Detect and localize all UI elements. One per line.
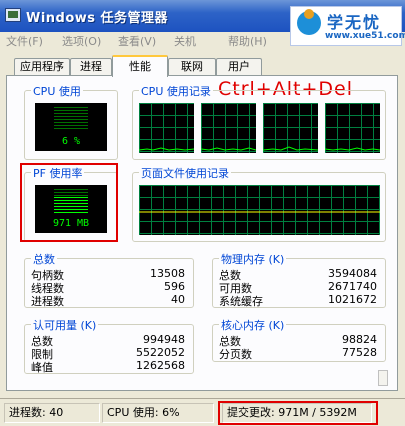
- tab-networking[interactable]: 联网: [168, 58, 216, 76]
- tab-performance[interactable]: 性能: [112, 55, 168, 77]
- cpu-history-line-1: [139, 147, 194, 151]
- menu-shutdown[interactable]: 关机: [174, 33, 196, 49]
- tab-applications[interactable]: 应用程序: [14, 58, 70, 76]
- cpu-usage-value: 6 %: [61, 136, 81, 147]
- commit-charge-group: 认可用量 (K) 总数 994948 限制 5522052 峰值 1262568: [24, 317, 194, 374]
- kernel-paged-label: 分页数: [219, 348, 252, 361]
- physical-available-value: 2671740: [328, 280, 377, 293]
- system-cache-value: 1021672: [328, 293, 377, 306]
- cpu-history-line-2: [201, 147, 256, 151]
- status-bar: 进程数: 40 CPU 使用: 6% 提交更改: 971M / 5392M: [0, 398, 405, 426]
- cpu-history-graph-2: [201, 103, 256, 153]
- cpu-history-graph-4: [325, 103, 380, 153]
- kernel-row-paged: 分页数 77528: [213, 346, 385, 361]
- brand-url: www.xue51.com: [325, 31, 405, 41]
- kernel-memory-group: 核心内存 (K) 总数 98824 分页数 77528: [212, 317, 386, 362]
- cpu-history-label: CPU 使用记录: [139, 83, 213, 99]
- kernel-row-total: 总数 98824: [213, 333, 385, 348]
- commit-row-limit: 限制 5522052: [25, 346, 193, 361]
- physical-memory-group: 物理内存 (K) 总数 3594084 可用数 2671740 系统缓存 102…: [212, 251, 386, 308]
- menu-bar: 文件(F) 选项(O) 查看(V) 关机 帮助(H): [0, 32, 290, 50]
- processes-value: 40: [171, 293, 185, 306]
- commit-limit-value: 5522052: [136, 346, 185, 359]
- tab-users[interactable]: 用户: [216, 58, 262, 76]
- cpu-usage-label: CPU 使用: [31, 83, 83, 99]
- totals-row-threads: 线程数 596: [25, 280, 193, 295]
- totals-row-handles: 句柄数 13508: [25, 267, 193, 282]
- resize-grip[interactable]: [378, 370, 388, 386]
- physical-row-total: 总数 3594084: [213, 267, 385, 282]
- handles-value: 13508: [150, 267, 185, 280]
- menu-file[interactable]: 文件(F): [6, 33, 43, 49]
- totals-row-processes: 进程数 40: [25, 293, 193, 308]
- commit-highlight: [218, 401, 378, 425]
- physical-total-value: 3594084: [328, 267, 377, 280]
- tab-processes[interactable]: 进程: [70, 58, 112, 76]
- cpu-meter-bars: [54, 107, 88, 131]
- commit-row-peak: 峰值 1262568: [25, 359, 193, 374]
- brand-logo-badge: 学无忧 www.xue51.com: [290, 6, 405, 46]
- physical-row-cache: 系统缓存 1021672: [213, 293, 385, 308]
- totals-group: 总数 句柄数 13508 线程数 596 进程数 40: [24, 251, 194, 308]
- pf-history-line: [139, 211, 380, 213]
- cpu-history-line-4: [325, 147, 380, 151]
- kernel-memory-label: 核心内存 (K): [219, 317, 287, 333]
- cpu-history-group: CPU 使用记录: [132, 83, 386, 160]
- status-processes: 进程数: 40: [4, 403, 100, 423]
- task-manager-icon: [5, 8, 21, 22]
- pf-history-label: 页面文件使用记录: [139, 165, 231, 181]
- cpu-history-line-3: [263, 146, 318, 151]
- physical-memory-label: 物理内存 (K): [219, 251, 287, 267]
- pf-history-group: 页面文件使用记录: [132, 165, 386, 242]
- commit-charge-label: 认可用量 (K): [31, 317, 99, 333]
- kernel-paged-value: 77528: [342, 346, 377, 359]
- system-cache-label: 系统缓存: [219, 295, 263, 308]
- menu-view[interactable]: 查看(V): [118, 33, 156, 49]
- processes-label: 进程数: [31, 295, 64, 308]
- commit-total-value: 994948: [143, 333, 185, 346]
- brand-logo-icon: [297, 9, 321, 35]
- cpu-usage-meter: 6 %: [35, 103, 107, 151]
- brand-name: 学无忧: [327, 13, 382, 32]
- pf-history-graph: [139, 185, 380, 235]
- commit-peak-label: 峰值: [31, 361, 53, 374]
- kernel-total-value: 98824: [342, 333, 377, 346]
- menu-options[interactable]: 选项(O): [62, 33, 101, 49]
- pf-usage-highlight: [20, 163, 118, 242]
- threads-value: 596: [164, 280, 185, 293]
- cpu-history-graph-1: [139, 103, 194, 153]
- commit-peak-value: 1262568: [136, 359, 185, 372]
- totals-label: 总数: [31, 251, 57, 267]
- menu-help[interactable]: 帮助(H): [228, 33, 267, 49]
- commit-row-total: 总数 994948: [25, 333, 193, 348]
- physical-row-available: 可用数 2671740: [213, 280, 385, 295]
- cpu-usage-group: CPU 使用 6 %: [24, 83, 118, 160]
- window-title: Windows 任务管理器: [26, 11, 169, 26]
- cpu-history-graph-3: [263, 103, 318, 153]
- status-cpu: CPU 使用: 6%: [102, 403, 214, 423]
